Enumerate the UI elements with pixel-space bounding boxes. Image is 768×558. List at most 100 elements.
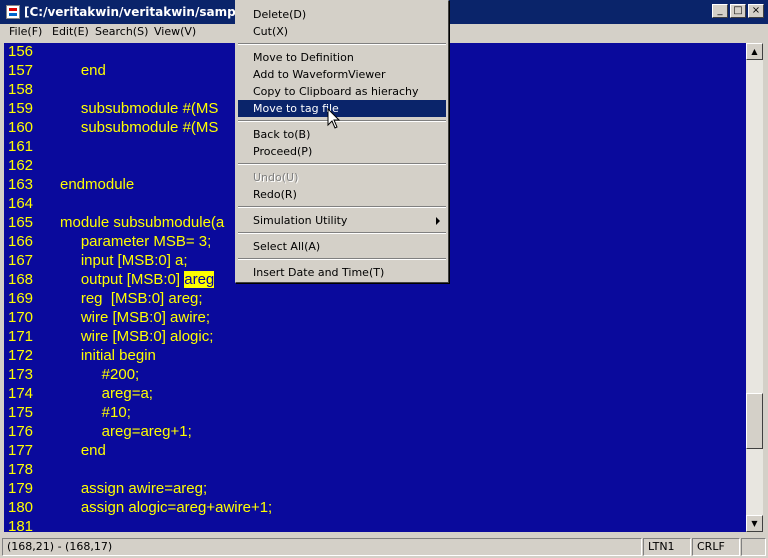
line-number: 178 bbox=[8, 461, 34, 478]
scroll-down-button[interactable]: ▼ bbox=[746, 515, 763, 532]
close-button[interactable]: × bbox=[748, 4, 764, 18]
menu-item-proceed[interactable]: Proceed(P) bbox=[238, 143, 446, 160]
code-content: end bbox=[60, 442, 106, 459]
line-number: 181 bbox=[8, 518, 34, 532]
code-content: subsubmodule #(MS bbox=[60, 119, 219, 136]
code-text: subsubmodule #(MS bbox=[60, 119, 219, 136]
code-content: #200; bbox=[60, 366, 140, 383]
menu-item-move-to-tag-file[interactable]: Move to tag file bbox=[238, 100, 446, 117]
line-number: 166 bbox=[8, 233, 34, 250]
menu-item-label: Simulation Utility bbox=[253, 214, 348, 227]
app-icon[interactable] bbox=[6, 5, 20, 19]
code-text: assign alogic=areg+awire+1; bbox=[60, 499, 272, 516]
code-text: wire [MSB:0] alogic; bbox=[60, 328, 214, 345]
code-content: parameter MSB= 3; bbox=[60, 233, 212, 250]
menu-item-label: Cut(X) bbox=[253, 25, 289, 38]
menu-edit[interactable]: Edit(E) bbox=[52, 25, 89, 38]
line-number: 162 bbox=[8, 157, 34, 174]
code-line: 178 bbox=[4, 461, 746, 480]
line-number: 174 bbox=[8, 385, 34, 402]
menu-file[interactable]: File(F) bbox=[9, 25, 42, 38]
line-number: 179 bbox=[8, 480, 34, 497]
scroll-thumb[interactable] bbox=[746, 393, 763, 449]
line-number: 164 bbox=[8, 195, 34, 212]
menu-item-label: Add to WaveformViewer bbox=[253, 68, 386, 81]
code-text: #200; bbox=[60, 366, 140, 383]
code-line: 180 assign alogic=areg+awire+1; bbox=[4, 499, 746, 518]
menu-item-label: Undo(U) bbox=[253, 171, 299, 184]
window-title: [C:/veritakwin/veritakwin/samples/r bbox=[24, 5, 266, 19]
code-line: 175 #10; bbox=[4, 404, 746, 423]
line-number: 161 bbox=[8, 138, 34, 155]
menu-item-redo[interactable]: Redo(R) bbox=[238, 186, 446, 203]
line-number: 177 bbox=[8, 442, 34, 459]
code-text: end bbox=[60, 62, 106, 79]
menu-item-select-all[interactable]: Select All(A) bbox=[238, 238, 446, 255]
code-line: 172 initial begin bbox=[4, 347, 746, 366]
line-number: 170 bbox=[8, 309, 34, 326]
code-content: assign alogic=areg+awire+1; bbox=[60, 499, 273, 516]
line-number: 160 bbox=[8, 119, 34, 136]
code-text: areg=a; bbox=[60, 385, 153, 402]
vertical-scrollbar[interactable]: ▲ ▼ bbox=[746, 43, 763, 532]
code-line: 173 #200; bbox=[4, 366, 746, 385]
line-number: 158 bbox=[8, 81, 34, 98]
menu-item-back-to[interactable]: Back to(B) bbox=[238, 126, 446, 143]
code-content: subsubmodule #(MS bbox=[60, 100, 219, 117]
menu-view[interactable]: View(V) bbox=[154, 25, 196, 38]
menu-item-simulation-utility[interactable]: Simulation Utility bbox=[238, 212, 446, 229]
window-controls: _ □ × bbox=[712, 4, 764, 18]
mouse-pointer-icon bbox=[327, 108, 341, 129]
code-text: initial begin bbox=[60, 347, 156, 364]
code-text: end bbox=[60, 442, 106, 459]
line-number: 176 bbox=[8, 423, 34, 440]
menu-separator bbox=[238, 232, 446, 234]
menu-item-label: Move to tag file bbox=[253, 102, 339, 115]
maximize-button[interactable]: □ bbox=[730, 4, 746, 18]
code-text: input [MSB:0] a; bbox=[60, 252, 188, 269]
code-text: assign awire=areg; bbox=[60, 480, 207, 497]
line-number: 156 bbox=[8, 43, 34, 60]
menu-item-label: Move to Definition bbox=[253, 51, 354, 64]
code-line: 170 wire [MSB:0] awire; bbox=[4, 309, 746, 328]
line-number: 167 bbox=[8, 252, 34, 269]
menu-item-label: Delete(D) bbox=[253, 8, 307, 21]
code-content: areg=a; bbox=[60, 385, 153, 402]
code-text: parameter MSB= 3; bbox=[60, 233, 211, 250]
menu-item-add-to-waveformviewer[interactable]: Add to WaveformViewer bbox=[238, 66, 446, 83]
menu-item-copy-to-clipboard-as-hierachy-name[interactable]: Copy to Clipboard as hierachy name bbox=[238, 83, 446, 115]
menu-item-label: Redo(R) bbox=[253, 188, 297, 201]
code-line: 176 areg=areg+1; bbox=[4, 423, 746, 442]
menu-item-label: Proceed(P) bbox=[253, 145, 313, 158]
code-text: subsubmodule #(MS bbox=[60, 100, 219, 117]
menu-item-delete[interactable]: Delete(D) bbox=[238, 6, 446, 23]
menu-separator bbox=[238, 43, 446, 45]
code-text: module subsubmodule(a bbox=[60, 214, 224, 231]
line-number: 180 bbox=[8, 499, 34, 516]
code-line: 179 assign awire=areg; bbox=[4, 480, 746, 499]
code-text: areg=areg+1; bbox=[60, 423, 192, 440]
menu-separator bbox=[238, 120, 446, 122]
line-number: 172 bbox=[8, 347, 34, 364]
code-line: 169 reg [MSB:0] areg; bbox=[4, 290, 746, 309]
code-line: 174 areg=a; bbox=[4, 385, 746, 404]
code-text: output [MSB:0] areg bbox=[60, 271, 215, 288]
line-number: 168 bbox=[8, 271, 34, 288]
menu-separator bbox=[238, 258, 446, 260]
code-content: output [MSB:0] bbox=[60, 271, 185, 288]
status-bar: (168,21) - (168,17) LTN1 CRLF bbox=[0, 536, 768, 558]
context-menu: Delete(D) Cut(X) Move to Definition Add to … bbox=[235, 0, 449, 283]
status-encoding: LTN1 bbox=[643, 538, 691, 556]
menu-search[interactable]: Search(S) bbox=[95, 25, 148, 38]
status-grip bbox=[741, 538, 766, 556]
minimize-button[interactable]: _ bbox=[712, 4, 728, 18]
code-line: 181 bbox=[4, 518, 746, 532]
line-number: 163 bbox=[8, 176, 34, 193]
menu-item-cut[interactable]: Cut(X) bbox=[238, 23, 446, 40]
code-content: module subsubmodule(a bbox=[60, 214, 225, 231]
menu-separator bbox=[238, 206, 446, 208]
menu-item-move-to-definition[interactable]: Move to Definition bbox=[238, 49, 446, 66]
status-line-ending: CRLF bbox=[692, 538, 740, 556]
menu-item-insert-date-and-time[interactable]: Insert Date and Time(T) bbox=[238, 264, 446, 281]
scroll-up-button[interactable]: ▲ bbox=[746, 43, 763, 60]
